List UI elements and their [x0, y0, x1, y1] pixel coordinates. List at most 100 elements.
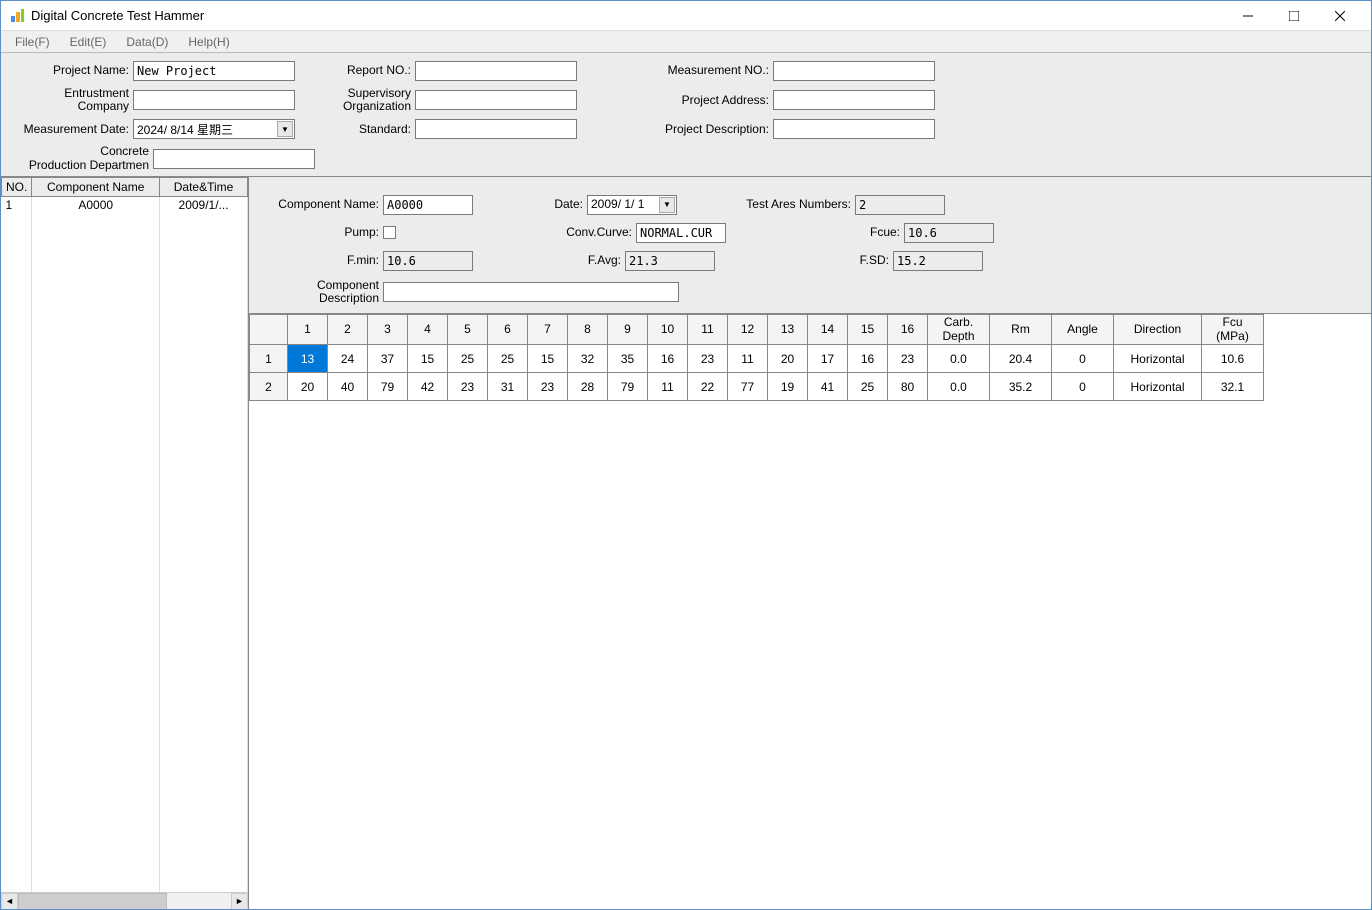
project-description-input[interactable] [773, 119, 935, 139]
menu-help[interactable]: Help(H) [178, 33, 239, 51]
list-item[interactable] [2, 457, 248, 474]
data-cell[interactable]: 0.0 [928, 373, 990, 401]
menu-edit[interactable]: Edit(E) [60, 33, 117, 51]
data-header-cell[interactable]: Direction [1114, 315, 1202, 345]
component-date-select[interactable]: 2009/ 1/ 1 ▼ [587, 195, 677, 215]
data-cell[interactable]: 17 [808, 345, 848, 373]
data-cell[interactable]: 32 [568, 345, 608, 373]
data-cell[interactable]: 10.6 [1202, 345, 1264, 373]
data-cell[interactable]: 37 [368, 345, 408, 373]
data-cell[interactable]: 0 [1052, 373, 1114, 401]
data-header-cell[interactable]: 3 [368, 315, 408, 345]
data-cell[interactable]: 25 [488, 345, 528, 373]
list-item[interactable] [2, 405, 248, 422]
list-item[interactable] [2, 475, 248, 492]
list-item[interactable] [2, 822, 248, 839]
data-header-cell[interactable]: 7 [528, 315, 568, 345]
list-item[interactable] [2, 631, 248, 648]
measurement-date-select[interactable]: 2024/ 8/14 星期三 ▼ [133, 119, 295, 139]
minimize-button[interactable] [1225, 1, 1271, 31]
report-no-input[interactable] [415, 61, 577, 81]
data-cell[interactable]: 42 [408, 373, 448, 401]
data-cell[interactable]: 13 [288, 345, 328, 373]
data-grid[interactable]: 12345678910111213141516Carb. DepthRmAngl… [249, 314, 1264, 401]
component-desc-input[interactable] [383, 282, 679, 302]
list-item[interactable] [2, 371, 248, 388]
list-item[interactable] [2, 701, 248, 718]
data-cell[interactable]: 0 [1052, 345, 1114, 373]
list-item[interactable] [2, 753, 248, 770]
list-item[interactable] [2, 805, 248, 822]
list-item[interactable] [2, 544, 248, 561]
data-cell[interactable]: 32.1 [1202, 373, 1264, 401]
data-header-cell[interactable]: 16 [888, 315, 928, 345]
data-cell[interactable]: 23 [888, 345, 928, 373]
list-item[interactable] [2, 510, 248, 527]
list-item[interactable] [2, 562, 248, 579]
scroll-thumb[interactable] [18, 893, 167, 910]
data-header-cell[interactable]: 2 [328, 315, 368, 345]
list-item[interactable] [2, 336, 248, 353]
list-item[interactable] [2, 666, 248, 683]
list-item[interactable] [2, 649, 248, 666]
data-header-cell[interactable]: 10 [648, 315, 688, 345]
list-item[interactable] [2, 440, 248, 457]
data-cell[interactable]: 16 [648, 345, 688, 373]
data-header-cell[interactable]: Carb. Depth [928, 315, 990, 345]
data-header-cell[interactable]: 9 [608, 315, 648, 345]
data-cell[interactable]: 20 [768, 345, 808, 373]
data-cell[interactable]: 35 [608, 345, 648, 373]
list-item[interactable] [2, 284, 248, 301]
data-header-cell[interactable]: 11 [688, 315, 728, 345]
list-horizontal-scrollbar[interactable]: ◄ ► [1, 892, 248, 909]
list-item[interactable] [2, 770, 248, 787]
close-button[interactable] [1317, 1, 1363, 31]
list-item[interactable] [2, 527, 248, 544]
list-item[interactable] [2, 840, 248, 857]
list-item[interactable] [2, 874, 248, 892]
data-header-cell[interactable]: 15 [848, 315, 888, 345]
data-header-cell[interactable]: Rm [990, 315, 1052, 345]
data-cell[interactable]: Horizontal [1114, 373, 1202, 401]
list-item[interactable]: 1A00002009/1/... [2, 196, 248, 214]
data-cell[interactable]: 20 [288, 373, 328, 401]
data-header-cell[interactable]: 8 [568, 315, 608, 345]
list-header-datetime[interactable]: Date&Time [160, 177, 248, 196]
data-header-cell[interactable]: 14 [808, 315, 848, 345]
data-header-cell[interactable]: Fcu (MPa) [1202, 315, 1264, 345]
measurement-no-input[interactable] [773, 61, 935, 81]
data-cell[interactable]: 23 [688, 345, 728, 373]
list-item[interactable] [2, 353, 248, 370]
data-cell[interactable]: 16 [848, 345, 888, 373]
conv-curve-input[interactable] [636, 223, 726, 243]
list-item[interactable] [2, 388, 248, 405]
data-cell[interactable]: 31 [488, 373, 528, 401]
data-cell[interactable]: 15 [528, 345, 568, 373]
data-cell[interactable]: 11 [648, 373, 688, 401]
list-item[interactable] [2, 249, 248, 266]
data-cell[interactable]: 41 [808, 373, 848, 401]
data-cell[interactable]: 25 [848, 373, 888, 401]
list-item[interactable] [2, 492, 248, 509]
pump-checkbox[interactable] [383, 226, 396, 239]
data-header-cell[interactable]: 13 [768, 315, 808, 345]
data-cell[interactable]: 23 [448, 373, 488, 401]
data-header-cell[interactable]: 5 [448, 315, 488, 345]
list-header-no[interactable]: NO. [2, 177, 32, 196]
list-item[interactable] [2, 857, 248, 874]
list-item[interactable] [2, 579, 248, 596]
component-list-table[interactable]: NO. Component Name Date&Time 1A00002009/… [1, 177, 248, 892]
list-item[interactable] [2, 214, 248, 231]
data-cell[interactable]: 40 [328, 373, 368, 401]
data-header-cell[interactable]: 12 [728, 315, 768, 345]
data-cell[interactable]: 22 [688, 373, 728, 401]
list-item[interactable] [2, 614, 248, 631]
data-cell[interactable]: 35.2 [990, 373, 1052, 401]
data-header-cell[interactable] [250, 315, 288, 345]
entrustment-company-input[interactable] [133, 90, 295, 110]
list-item[interactable] [2, 423, 248, 440]
maximize-button[interactable] [1271, 1, 1317, 31]
data-cell[interactable]: 0.0 [928, 345, 990, 373]
data-cell[interactable]: 15 [408, 345, 448, 373]
component-name-input[interactable] [383, 195, 473, 215]
